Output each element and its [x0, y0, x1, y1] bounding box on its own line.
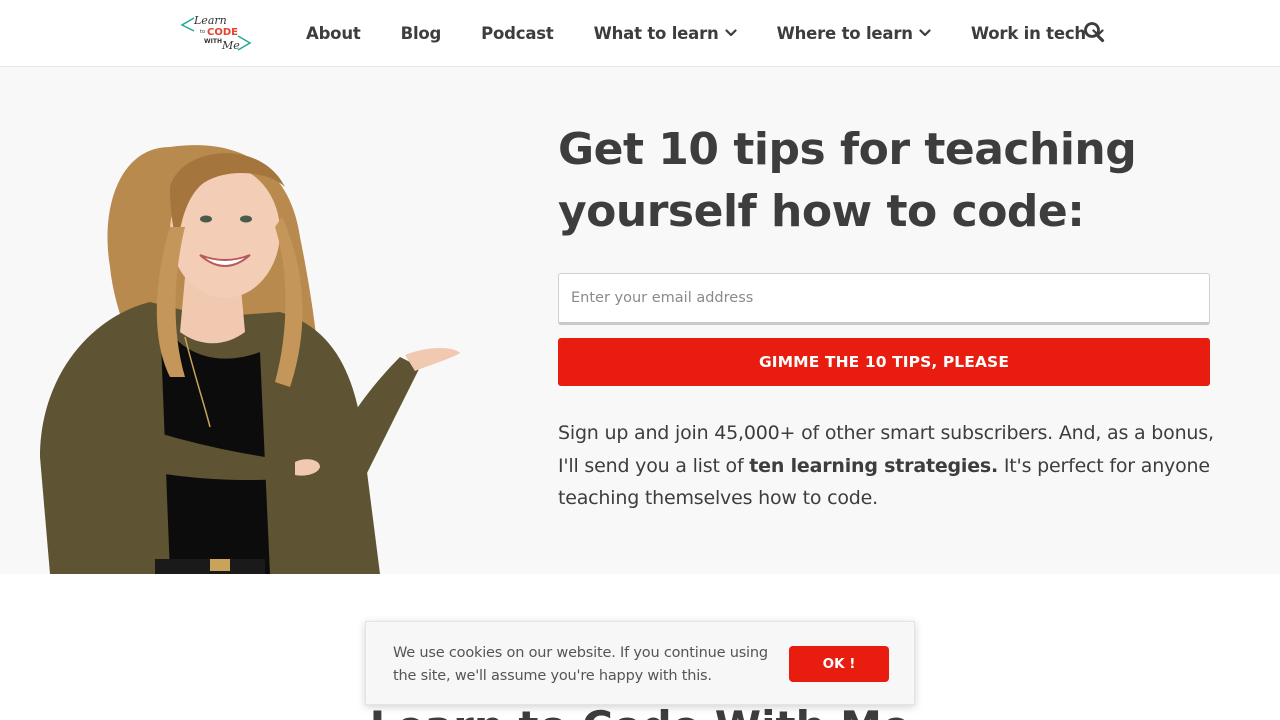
- svg-text:CODE: CODE: [207, 27, 238, 38]
- hero-section: Get 10 tips for teaching yourself how to…: [0, 67, 1280, 574]
- email-field[interactable]: [558, 273, 1210, 325]
- cookie-banner: We use cookies on our website. If you co…: [365, 621, 915, 705]
- cookie-accept-button[interactable]: OK !: [789, 646, 889, 682]
- get-tips-button[interactable]: GIMME THE 10 TIPS, PLEASE: [558, 338, 1210, 386]
- svg-text:to: to: [200, 29, 205, 35]
- hero-person-image: [20, 127, 480, 574]
- chevron-down-icon: [919, 27, 931, 39]
- site-logo[interactable]: Learn to CODE WITH Me: [180, 12, 252, 54]
- nav-what-to-learn[interactable]: What to learn: [594, 24, 737, 43]
- nav-label: Blog: [400, 23, 442, 43]
- hero-description-bold: ten learning strategies.: [749, 454, 999, 477]
- chevron-down-icon: [724, 27, 737, 39]
- search-icon[interactable]: [1083, 21, 1105, 43]
- nav-blog[interactable]: Blog: [401, 24, 442, 43]
- nav-label: Podcast: [481, 23, 554, 43]
- main-nav: About Blog Podcast What to learn Where t…: [306, 0, 1144, 66]
- svg-text:WITH: WITH: [204, 38, 222, 45]
- logo-icon: Learn to CODE WITH Me: [180, 14, 252, 52]
- cookie-text: We use cookies on our website. If you co…: [393, 645, 768, 684]
- nav-label: What to learn: [593, 23, 719, 43]
- nav-label: Where to learn: [776, 23, 913, 43]
- nav-label: Work in tech: [970, 23, 1086, 43]
- site-header: Learn to CODE WITH Me About Blog Podcast…: [0, 0, 1280, 67]
- nav-label: About: [306, 23, 361, 43]
- hero-description: Sign up and join 45,000+ of other smart …: [558, 417, 1218, 515]
- svg-text:Learn: Learn: [193, 14, 227, 27]
- hero-title: Get 10 tips for teaching yourself how to…: [558, 124, 1137, 237]
- nav-podcast[interactable]: Podcast: [481, 23, 554, 43]
- nav-where-to-learn[interactable]: Where to learn: [777, 24, 931, 43]
- nav-about[interactable]: About: [306, 24, 361, 43]
- svg-text:Me: Me: [221, 39, 240, 52]
